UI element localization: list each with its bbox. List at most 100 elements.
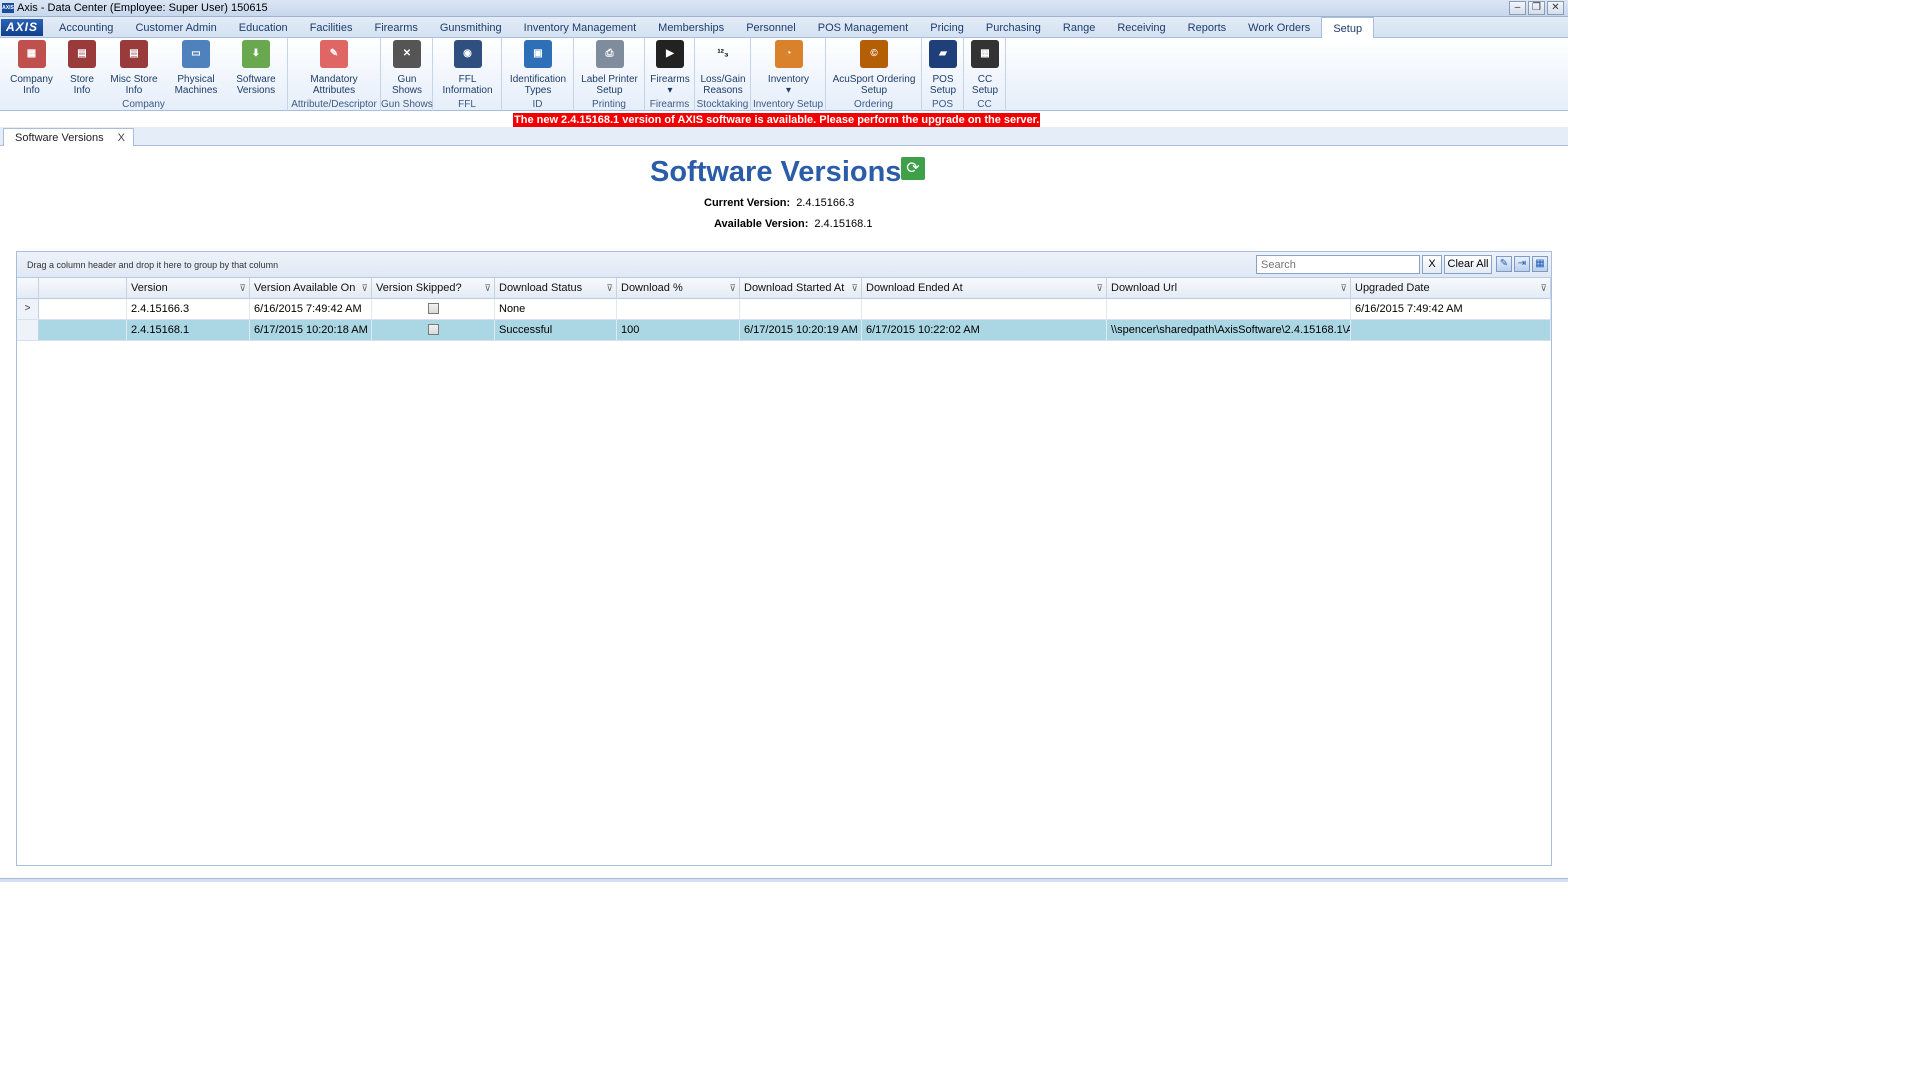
column-header-download[interactable]: Download % ⊽: [617, 278, 740, 299]
filter-icon[interactable]: ⊽: [729, 282, 736, 294]
export-icon[interactable]: ⇥: [1514, 256, 1530, 272]
menu-item-pricing[interactable]: Pricing: [919, 17, 975, 38]
ribbon-button-label: Mandatory Attributes: [310, 74, 358, 96]
filter-icon[interactable]: ⊽: [484, 282, 491, 294]
menu-item-pos-management[interactable]: POS Management: [807, 17, 920, 38]
ribbon-button-acusport-ordering-setup[interactable]: © AcuSport Ordering Setup: [830, 40, 918, 96]
attributes-icon: ✎: [320, 40, 348, 68]
ribbon-button-software-versions[interactable]: ⬇ Software Versions: [228, 40, 284, 96]
ribbon-button-label: POS Setup: [929, 74, 957, 96]
cell-upgraded: 6/16/2015 7:49:42 AM: [1351, 299, 1551, 319]
menu-item-purchasing[interactable]: Purchasing: [975, 17, 1052, 38]
group-by-panel[interactable]: Drag a column header and drop it here to…: [17, 252, 1551, 278]
inventory-gauge-icon: ◔: [774, 40, 803, 68]
column-header-label: Download Started At: [744, 282, 845, 294]
tab-close-icon[interactable]: X: [118, 132, 125, 144]
version-skipped-checkbox[interactable]: [427, 324, 439, 335]
ribbon-button-company-info[interactable]: ▦ Company Info: [4, 40, 59, 96]
column-header-version-skipped[interactable]: Version Skipped? ⊽: [372, 278, 495, 299]
menu-item-facilities[interactable]: Facilities: [299, 17, 364, 38]
search-input[interactable]: [1256, 255, 1420, 274]
column-header-download-status[interactable]: Download Status ⊽: [495, 278, 617, 299]
store-icon: ▤: [68, 40, 96, 68]
ribbon-button-label-printer-setup[interactable]: ⎙ Label Printer Setup: [578, 40, 641, 96]
close-window-button[interactable]: ✕: [1547, 1, 1564, 15]
software-box-icon: ⬇: [242, 40, 270, 68]
column-header-download-url[interactable]: Download Url ⊽: [1107, 278, 1351, 299]
cc-reader-icon: ▦: [971, 40, 999, 68]
filter-icon[interactable]: ⊽: [361, 282, 368, 294]
cell-ended: 6/17/2015 10:22:02 AM: [862, 320, 1107, 340]
tab-software-versions[interactable]: Software Versions X: [3, 128, 134, 146]
building-icon: ▦: [17, 40, 46, 68]
available-version-label: Available Version:: [714, 218, 809, 230]
clear-all-button[interactable]: Clear All: [1444, 255, 1492, 274]
filter-icon[interactable]: ⊽: [239, 282, 246, 294]
search-clear-button[interactable]: X: [1422, 255, 1442, 274]
filter-icon[interactable]: ⊽: [1340, 282, 1347, 294]
document-tab-strip: Software Versions X: [0, 127, 1568, 146]
computer-icon: ▭: [182, 40, 210, 68]
menu-item-work-orders[interactable]: Work Orders: [1237, 17, 1321, 38]
filter-icon[interactable]: ⊽: [1096, 282, 1103, 294]
crossed-guns-icon: ✕: [393, 40, 421, 68]
minimize-button[interactable]: –: [1509, 1, 1526, 15]
column-header-download-ended-at[interactable]: Download Ended At ⊽: [862, 278, 1107, 299]
ribbon-button-store-info[interactable]: ▤ Store Info: [63, 40, 101, 96]
ribbon-button-pos-setup[interactable]: ▰ POS Setup: [924, 40, 962, 96]
refresh-icon[interactable]: ⟳: [901, 157, 925, 180]
ribbon-button-identification-types[interactable]: ▣ Identification Types: [504, 40, 572, 96]
cell-started: [740, 299, 862, 319]
table-row[interactable]: 2.4.15168.1 6/17/2015 10:20:18 AM Successf…: [17, 320, 1551, 341]
menu-item-memberships[interactable]: Memberships: [647, 17, 735, 38]
filter-icon[interactable]: ⊽: [606, 282, 613, 294]
menu-item-customer-admin[interactable]: Customer Admin: [124, 17, 227, 38]
cell-percent: 100: [617, 320, 740, 340]
row-indicator[interactable]: [17, 320, 39, 340]
column-chooser-icon[interactable]: ▦: [1532, 256, 1548, 272]
column-header-label: Version: [131, 282, 168, 294]
ribbon-button-misc-store-info[interactable]: ▤ Misc Store Info: [104, 40, 164, 96]
status-bar: [0, 878, 1568, 882]
menu-item-personnel[interactable]: Personnel: [735, 17, 807, 38]
available-version-value: 2.4.15168.1: [814, 218, 873, 230]
menu-item-education[interactable]: Education: [228, 17, 299, 38]
axis-logo[interactable]: AXIS: [1, 19, 43, 36]
ribbon-button-mandatory-attributes[interactable]: ✎ Mandatory Attributes: [294, 40, 374, 96]
column-header-download-started-at[interactable]: Download Started At ⊽: [740, 278, 862, 299]
ribbon-button-ffl-information[interactable]: ◉ FFL Information: [437, 40, 498, 96]
ribbon-group-label: Stocktaking: [696, 99, 749, 110]
menu-item-accounting[interactable]: Accounting: [48, 17, 124, 38]
ribbon-button-label: Physical Machines: [174, 74, 218, 96]
ribbon-button-inventory[interactable]: ◔ Inventory ▾: [755, 40, 822, 96]
ribbon-button-loss-gain-reasons[interactable]: ¹²₃ Loss/Gain Reasons: [697, 40, 749, 96]
column-header-label: Version Skipped?: [376, 282, 462, 294]
ribbon-button-firearms[interactable]: ▶ Firearms ▾: [648, 40, 692, 96]
ribbon-group-label: ID: [532, 99, 543, 110]
current-version-label: Current Version:: [704, 197, 791, 209]
row-indicator[interactable]: >: [17, 299, 39, 319]
column-header-blank[interactable]: [39, 278, 127, 299]
menu-item-inventory-management[interactable]: Inventory Management: [513, 17, 648, 38]
filter-icon[interactable]: ⊽: [851, 282, 858, 294]
menu-item-gunsmithing[interactable]: Gunsmithing: [429, 17, 513, 38]
menu-item-setup[interactable]: Setup: [1321, 17, 1375, 39]
ribbon-button-gun-shows[interactable]: ✕ Gun Shows: [385, 40, 429, 96]
column-header-version[interactable]: Version ⊽: [127, 278, 250, 299]
menu-item-firearms[interactable]: Firearms: [363, 17, 428, 38]
ribbon-button-physical-machines[interactable]: ▭ Physical Machines: [170, 40, 222, 96]
restore-button[interactable]: ❐: [1528, 1, 1545, 15]
version-skipped-checkbox[interactable]: [427, 303, 439, 314]
column-header-label: Download Ended At: [866, 282, 963, 294]
column-header-version-available-on[interactable]: Version Available On ⊽: [250, 278, 372, 299]
column-header-label: Download %: [621, 282, 683, 294]
pin-icon[interactable]: ✎: [1496, 256, 1512, 272]
menu-item-reports[interactable]: Reports: [1177, 17, 1238, 38]
menu-item-receiving[interactable]: Receiving: [1106, 17, 1176, 38]
ribbon-button-label: Identification Types: [509, 74, 567, 96]
ribbon-button-label: Inventory ▾: [767, 74, 810, 96]
ribbon-button-cc-setup[interactable]: ▦ CC Setup: [966, 40, 1004, 96]
menu-item-range[interactable]: Range: [1052, 17, 1106, 38]
table-row[interactable]: >2.4.15166.3 6/16/2015 7:49:42 AM None 6/16…: [17, 299, 1551, 320]
ribbon-button-label: Company Info: [10, 74, 53, 96]
